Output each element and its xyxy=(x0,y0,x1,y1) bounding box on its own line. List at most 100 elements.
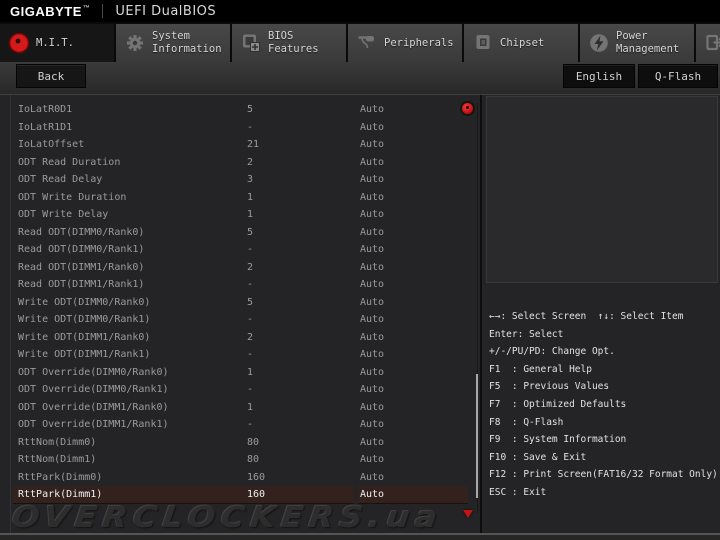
setting-row-write-odt-dimm1-rank1[interactable]: Write ODT(DIMM1/Rank1) - Auto xyxy=(0,346,480,364)
setting-main-cell: ODT Read Duration 2 xyxy=(13,154,354,172)
setting-row-iolatr0d1[interactable]: IoLatR0D1 5 Auto xyxy=(0,101,480,119)
setting-row-read-odt-dimm1-rank1[interactable]: Read ODT(DIMM1/Rank1) - Auto xyxy=(0,276,480,294)
setting-main-cell: RttPark(Dimm0) 160 xyxy=(13,469,354,487)
setting-main-cell: RttNom(Dimm1) 80 xyxy=(13,451,354,469)
setting-mode: Auto xyxy=(360,191,385,203)
setting-value: 160 xyxy=(247,471,266,483)
setting-value: 1 xyxy=(247,401,254,413)
gear-icon xyxy=(124,32,146,54)
setting-row-iolatoffset[interactable]: IoLatOffset 21 Auto xyxy=(0,136,480,154)
setting-mode: Auto xyxy=(360,331,385,343)
topbar: GIGABYTE™ UEFI DualBIOS xyxy=(0,0,720,22)
tab-m-i-t[interactable]: M.I.T. xyxy=(0,24,114,62)
help-line: F12 : Print Screen(FAT16/32 Format Only) xyxy=(489,469,718,481)
setting-name: RttPark(Dimm1) xyxy=(18,489,103,501)
chipset-icon xyxy=(472,32,494,54)
toolbar: Back English Q-Flash xyxy=(0,62,720,94)
setting-value: 1 xyxy=(247,366,254,378)
setting-main-cell: ODT Write Delay 1 xyxy=(13,206,354,224)
scrollbar-thumb[interactable] xyxy=(476,374,478,498)
setting-row-write-odt-dimm0-rank1[interactable]: Write ODT(DIMM0/Rank1) - Auto xyxy=(0,311,480,329)
setting-row-write-odt-dimm0-rank0[interactable]: Write ODT(DIMM0/Rank0) 5 Auto xyxy=(0,294,480,312)
setting-mode: Auto xyxy=(360,471,385,483)
setting-row-odt-write-delay[interactable]: ODT Write Delay 1 Auto xyxy=(0,206,480,224)
setting-value: 2 xyxy=(247,261,254,273)
setting-row-odt-read-delay[interactable]: ODT Read Delay 3 Auto xyxy=(0,171,480,189)
setting-value: 80 xyxy=(247,454,260,466)
setting-name: ODT Override(DIMM0/Rank0) xyxy=(18,366,169,378)
help-line: F5 : Previous Values xyxy=(489,381,610,393)
setting-value: 2 xyxy=(247,156,254,168)
setting-mode: Auto xyxy=(360,121,385,133)
scroll-down-indicator[interactable] xyxy=(463,510,473,518)
key-legend: ←→: Select Screen ↑↓: Select Item Enter: … xyxy=(484,283,720,502)
setting-mode: Auto xyxy=(360,156,385,168)
setting-row-rttnom-dimm0[interactable]: RttNom(Dimm0) 80 Auto xyxy=(0,434,480,452)
setting-mode: Auto xyxy=(360,419,385,431)
tab-save-exit[interactable]: Save & Exit xyxy=(696,24,720,62)
setting-row-odt-override-dimm0-rank1[interactable]: ODT Override(DIMM0/Rank1) - Auto xyxy=(0,381,480,399)
tab-label: Peripherals xyxy=(384,36,454,49)
setting-row-rttnom-dimm1[interactable]: RttNom(Dimm1) 80 Auto xyxy=(0,451,480,469)
toolbar-right: English Q-Flash xyxy=(563,62,718,88)
setting-row-iolatr1d1[interactable]: IoLatR1D1 - Auto xyxy=(0,119,480,137)
tab-label: Power Management xyxy=(616,30,680,55)
setting-mode: Auto xyxy=(360,314,385,326)
tab-system-information[interactable]: System Information xyxy=(116,24,230,62)
tab-bios-features[interactable]: BIOS Features xyxy=(232,24,346,62)
setting-main-cell: Read ODT(DIMM1/Rank1) - xyxy=(13,276,354,294)
setting-mode: Auto xyxy=(360,261,385,273)
setting-value: 80 xyxy=(247,436,260,448)
setting-row-odt-write-duration[interactable]: ODT Write Duration 1 Auto xyxy=(0,189,480,207)
scroll-up-indicator[interactable] xyxy=(462,103,473,114)
language-button[interactable]: English xyxy=(563,64,635,88)
setting-name: ODT Override(DIMM1/Rank0) xyxy=(18,401,169,413)
setting-name: RttPark(Dimm0) xyxy=(18,471,103,483)
setting-value: 3 xyxy=(247,174,254,186)
firmware-title: UEFI DualBIOS xyxy=(115,3,217,19)
setting-main-cell: Read ODT(DIMM1/Rank0) 2 xyxy=(13,259,354,277)
setting-name: RttNom(Dimm1) xyxy=(18,454,97,466)
setting-row-read-odt-dimm1-rank0[interactable]: Read ODT(DIMM1/Rank0) 2 Auto xyxy=(0,259,480,277)
setting-mode: Auto xyxy=(360,104,385,116)
gigabyte-logo: GIGABYTE™ xyxy=(10,3,91,19)
setting-row-odt-override-dimm1-rank0[interactable]: ODT Override(DIMM1/Rank0) 1 Auto xyxy=(0,399,480,417)
setting-value: - xyxy=(247,314,254,326)
setting-main-cell: ODT Override(DIMM1/Rank0) 1 xyxy=(13,399,354,417)
setting-row-write-odt-dimm1-rank0[interactable]: Write ODT(DIMM1/Rank0) 2 Auto xyxy=(0,329,480,347)
help-line: F8 : Q-Flash xyxy=(489,416,564,428)
setting-name: Read ODT(DIMM1/Rank0) xyxy=(18,261,145,273)
setting-main-cell: RttNom(Dimm0) 80 xyxy=(13,434,354,452)
setting-main-cell: ODT Read Delay 3 xyxy=(13,171,354,189)
bios-screen: GIGABYTE™ UEFI DualBIOS M.I.T. System Inf… xyxy=(0,0,720,540)
tab-chipset[interactable]: Chipset xyxy=(464,24,578,62)
setting-row-odt-override-dimm1-rank1[interactable]: ODT Override(DIMM1/Rank1) - Auto xyxy=(0,416,480,434)
setting-mode: Auto xyxy=(360,436,385,448)
setting-value: - xyxy=(247,244,254,256)
help-line: F9 : System Information xyxy=(489,434,627,446)
tab-peripherals[interactable]: Peripherals xyxy=(348,24,462,62)
setting-value: 2 xyxy=(247,331,254,343)
setting-value: 5 xyxy=(247,296,254,308)
setting-row-rttpark-dimm0[interactable]: RttPark(Dimm0) 160 Auto xyxy=(0,469,480,487)
back-button[interactable]: Back xyxy=(16,64,86,88)
setting-name: ODT Read Duration xyxy=(18,156,121,168)
scrollbar[interactable] xyxy=(476,103,478,513)
setting-main-cell: Write ODT(DIMM0/Rank0) 5 xyxy=(13,294,354,312)
setting-name: IoLatR0D1 xyxy=(18,104,73,116)
tab-label: BIOS Features xyxy=(268,30,319,55)
setting-main-cell: IoLatR0D1 5 xyxy=(13,101,354,119)
setting-row-read-odt-dimm0-rank1[interactable]: Read ODT(DIMM0/Rank1) - Auto xyxy=(0,241,480,259)
setting-name: Read ODT(DIMM0/Rank0) xyxy=(18,226,145,238)
setting-main-cell: IoLatOffset 21 xyxy=(13,136,354,154)
setting-name: ODT Override(DIMM1/Rank1) xyxy=(18,419,169,431)
tab-power-management[interactable]: Power Management xyxy=(580,24,694,62)
setting-name: Write ODT(DIMM1/Rank0) xyxy=(18,331,151,343)
setting-row-odt-read-duration[interactable]: ODT Read Duration 2 Auto xyxy=(0,154,480,172)
setting-main-cell: ODT Override(DIMM0/Rank1) - xyxy=(13,381,354,399)
qflash-button[interactable]: Q-Flash xyxy=(638,64,718,88)
setting-main-cell: Write ODT(DIMM0/Rank1) - xyxy=(13,311,354,329)
setting-row-odt-override-dimm0-rank0[interactable]: ODT Override(DIMM0/Rank0) 1 Auto xyxy=(0,364,480,382)
setting-row-read-odt-dimm0-rank0[interactable]: Read ODT(DIMM0/Rank0) 5 Auto xyxy=(0,224,480,242)
tab-label: Chipset xyxy=(500,36,545,49)
